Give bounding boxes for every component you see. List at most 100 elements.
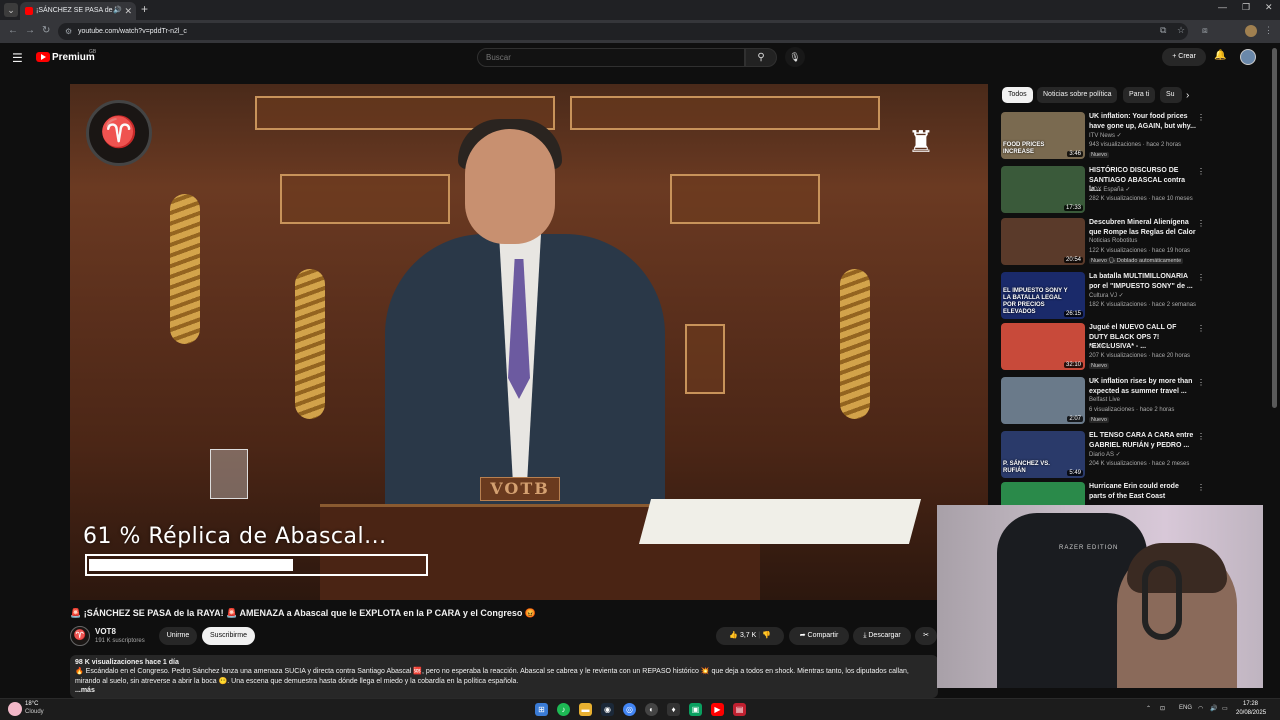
chip-politics[interactable]: Noticias sobre política: [1037, 87, 1118, 103]
recommendation-title[interactable]: EL TENSO CARA A CARA entre GABRIEL RUFIÁ…: [1089, 431, 1197, 450]
url-field[interactable]: ⚙ youtube.com/watch?v=pddTr-n2l_c: [58, 23, 1188, 40]
youtube-logo-icon[interactable]: [36, 52, 50, 62]
account-avatar[interactable]: [1240, 49, 1256, 65]
microphone-icon[interactable]: 🎙: [785, 47, 805, 67]
recommendation-thumbnail[interactable]: 20:54: [1001, 218, 1085, 265]
browser-profile-avatar[interactable]: [1245, 25, 1257, 37]
tab-search-icon[interactable]: ⌄: [4, 3, 18, 17]
recommendation-channel[interactable]: Kesto ✓: [1089, 343, 1111, 350]
channel-name[interactable]: VOT8: [95, 627, 116, 636]
description-box[interactable]: 98 K visualizaciones hace 1 día 🔥 Escánd…: [70, 655, 938, 698]
more-options-icon[interactable]: ⋮: [1197, 483, 1205, 492]
create-button[interactable]: + Crear: [1162, 48, 1206, 66]
recommendation-item[interactable]: P. SÁNCHEZ VS. RUFIÁN 5:49 EL TENSO CARA A…: [1001, 431, 1206, 481]
share-button[interactable]: ➦ Compartir: [789, 627, 849, 645]
steam-icon[interactable]: ◉: [601, 703, 614, 716]
speaker-icon[interactable]: 🔊: [113, 2, 122, 20]
browser-menu-icon[interactable]: ⋮: [1264, 25, 1273, 36]
recommendation-channel[interactable]: VOX España ✓: [1089, 186, 1130, 193]
reload-icon[interactable]: ↻: [42, 25, 50, 36]
wifi-icon[interactable]: ◠: [1198, 705, 1203, 712]
menu-hamburger-icon[interactable]: ☰: [12, 51, 23, 65]
file-explorer-icon[interactable]: ▬: [579, 703, 592, 716]
page-scrollbar[interactable]: [1272, 48, 1277, 408]
clock-time[interactable]: 17:28: [1243, 701, 1258, 707]
recommendation-item[interactable]: 17:33 HISTÓRICO DISCURSO DE SANTIAGO ABAS…: [1001, 166, 1206, 216]
clock-date[interactable]: 20/08/2025: [1236, 710, 1266, 716]
recommendation-title[interactable]: UK inflation: Your food prices have gone…: [1089, 112, 1197, 131]
open-in-app-icon[interactable]: ⧉: [1160, 25, 1166, 36]
recommendation-item[interactable]: 32:10 Jugué el NUEVO CALL OF DUTY BLACK O…: [1001, 323, 1206, 373]
back-icon[interactable]: ←: [8, 25, 18, 36]
join-button[interactable]: Unirme: [159, 627, 197, 645]
maximize-icon[interactable]: ❐: [1242, 2, 1250, 13]
recommendation-channel[interactable]: ITV News ✓: [1089, 132, 1122, 139]
recommendation-item[interactable]: FOOD PRICES INCREASE 3:46 UK inflation: Yo…: [1001, 112, 1206, 162]
thumbs-up-icon[interactable]: 👍: [729, 632, 738, 639]
more-options-icon[interactable]: ⋮: [1197, 167, 1205, 176]
chip-todos[interactable]: Todos: [1002, 87, 1033, 103]
more-options-icon[interactable]: ⋮: [1197, 113, 1205, 122]
recommendation-thumbnail[interactable]: P. SÁNCHEZ VS. RUFIÁN 5:49: [1001, 431, 1085, 478]
volume-icon[interactable]: 🔊: [1210, 705, 1217, 712]
extensions-icon[interactable]: ⧈: [1202, 25, 1208, 36]
window-close-icon[interactable]: ✕: [1265, 2, 1273, 13]
forward-icon[interactable]: →: [25, 25, 35, 36]
recommendation-title[interactable]: Descubren Mineral Alienígena que Rompe l…: [1089, 218, 1197, 237]
recommendation-item[interactable]: 20:54 Descubren Mineral Alienígena que Ro…: [1001, 218, 1206, 268]
clip-button[interactable]: ✂: [915, 627, 937, 645]
recommendation-thumbnail[interactable]: 17:33: [1001, 166, 1085, 213]
language-indicator[interactable]: ENG: [1179, 705, 1192, 711]
show-more-link[interactable]: ...más: [75, 687, 933, 694]
recommendation-item[interactable]: EL IMPUESTO SONY Y LA BATALLA LEGAL POR …: [1001, 272, 1206, 322]
like-dislike-button[interactable]: 👍 3,7 K | 👎: [716, 627, 784, 645]
recommendation-title[interactable]: Hurricane Erin could erode parts of the …: [1089, 482, 1197, 501]
windows-start-icon[interactable]: ⊞: [535, 703, 548, 716]
subscribe-button[interactable]: Suscribirme: [202, 627, 255, 645]
bookmark-star-icon[interactable]: ☆: [1177, 25, 1185, 36]
recommendation-title[interactable]: UK inflation rises by more than expected…: [1089, 377, 1197, 396]
recommendation-title[interactable]: La batalla MULTIMILLONARIA por el "IMPUE…: [1089, 272, 1197, 291]
video-duration: 32:10: [1063, 362, 1083, 368]
recommendation-thumbnail[interactable]: 32:10: [1001, 323, 1085, 370]
recommendation-channel[interactable]: Belfast Live: [1089, 397, 1120, 403]
more-options-icon[interactable]: ⋮: [1197, 378, 1205, 387]
more-options-icon[interactable]: ⋮: [1197, 432, 1205, 441]
store-icon[interactable]: ▣: [689, 703, 702, 716]
more-options-icon[interactable]: ⋮: [1197, 273, 1205, 282]
chrome-icon[interactable]: ◎: [623, 703, 636, 716]
game-app-icon[interactable]: ♦: [667, 703, 680, 716]
recommendation-channel[interactable]: Noticias Robotitus: [1089, 238, 1137, 244]
search-input[interactable]: [477, 48, 745, 67]
notifications-bell-icon[interactable]: 🔔: [1214, 50, 1226, 61]
channel-avatar[interactable]: ♈: [70, 626, 90, 646]
chip-for-you[interactable]: Para ti: [1123, 87, 1156, 103]
recommendation-channel[interactable]: Cultura VJ ✓: [1089, 292, 1124, 299]
recommendation-thumbnail[interactable]: EL IMPUESTO SONY Y LA BATALLA LEGAL POR …: [1001, 272, 1085, 319]
recommendation-thumbnail[interactable]: 2:07: [1001, 377, 1085, 424]
youtube-app-icon[interactable]: ▶: [711, 703, 724, 716]
new-tab-icon[interactable]: +: [141, 2, 148, 16]
app-icon[interactable]: ◐: [645, 703, 658, 716]
recommendation-item[interactable]: 2:07 UK inflation rises by more than expe…: [1001, 377, 1206, 427]
tray-chevron-icon[interactable]: ⌃: [1146, 705, 1151, 712]
more-options-icon[interactable]: ⋮: [1197, 324, 1205, 333]
weather-icon[interactable]: [8, 702, 22, 716]
chevron-right-icon[interactable]: ›: [1186, 90, 1189, 101]
recommendation-channel[interactable]: Diario AS ✓: [1089, 451, 1121, 458]
chip-more[interactable]: Su: [1160, 87, 1182, 103]
tray-app-icon[interactable]: ⊡: [1160, 705, 1165, 712]
video-player[interactable]: VOTB ♈ ♜ 61 % Réplica de Abascal...: [70, 84, 988, 600]
recommendation-thumbnail[interactable]: FOOD PRICES INCREASE 3:46: [1001, 112, 1085, 159]
thumbs-down-icon[interactable]: 👎: [762, 632, 771, 639]
battery-icon[interactable]: ▭: [1222, 705, 1228, 712]
search-icon[interactable]: ⚲: [745, 48, 777, 67]
tab-close-icon[interactable]: ✕: [124, 2, 132, 20]
spotify-icon[interactable]: ♪: [557, 703, 570, 716]
minimize-icon[interactable]: —: [1218, 2, 1227, 12]
red-app-icon[interactable]: ▤: [733, 703, 746, 716]
browser-tab[interactable]: ¡SÁNCHEZ SE PASA de l 🔊 ✕: [20, 2, 136, 20]
download-button[interactable]: ⤓ Descargar: [853, 627, 911, 645]
site-info-icon[interactable]: ⚙: [65, 23, 72, 40]
more-options-icon[interactable]: ⋮: [1197, 219, 1205, 228]
